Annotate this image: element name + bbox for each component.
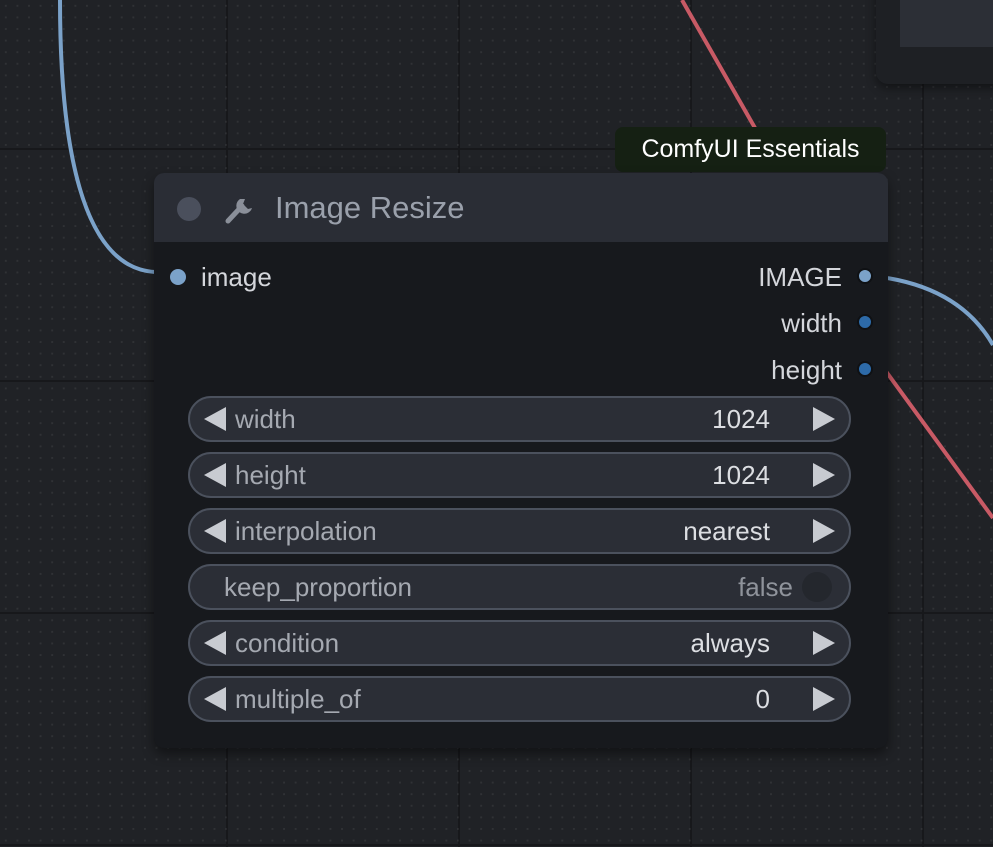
previous-arrow-icon[interactable] <box>204 519 226 543</box>
node-source-badge: ComfyUI Essentials <box>615 127 886 172</box>
next-arrow-icon[interactable] <box>813 631 835 655</box>
partial-node-widget <box>900 0 993 47</box>
collapse-toggle[interactable] <box>177 197 201 221</box>
height-widget-value[interactable]: 1024 <box>712 454 770 496</box>
increment-arrow-icon[interactable] <box>813 687 835 711</box>
partial-node[interactable] <box>876 0 993 84</box>
decrement-arrow-icon[interactable] <box>204 407 226 431</box>
image-output-label: IMAGE <box>758 262 842 292</box>
interpolation-widget-label: interpolation <box>235 516 377 546</box>
keep-proportion-label: keep_proportion <box>224 572 412 602</box>
width-output-slot[interactable] <box>857 314 873 330</box>
height-output-slot[interactable] <box>857 361 873 377</box>
increment-arrow-icon[interactable] <box>813 463 835 487</box>
width-widget[interactable]: width 1024 <box>188 396 851 442</box>
image-input-label: image <box>201 262 272 292</box>
wrench-icon <box>225 199 252 224</box>
multiple-of-widget[interactable]: multiple_of 0 <box>188 676 851 722</box>
decrement-arrow-icon[interactable] <box>204 463 226 487</box>
image-input-slot[interactable] <box>170 269 186 285</box>
width-widget-label: width <box>235 404 296 434</box>
image-resize-node[interactable]: Image Resize image IMAGE width height wi… <box>154 173 888 748</box>
interpolation-widget[interactable]: interpolation nearest <box>188 508 851 554</box>
keep-proportion-value: false <box>738 572 793 602</box>
multiple-of-widget-value[interactable]: 0 <box>756 678 770 720</box>
increment-arrow-icon[interactable] <box>813 407 835 431</box>
image-output-slot[interactable] <box>857 268 873 284</box>
next-arrow-icon[interactable] <box>813 519 835 543</box>
node-title: Image Resize <box>275 190 465 225</box>
keep-proportion-toggle[interactable]: keep_proportion false <box>188 564 851 610</box>
height-widget-label: height <box>235 460 306 490</box>
node-header[interactable]: Image Resize <box>154 173 888 242</box>
toggle-knob[interactable] <box>802 572 832 602</box>
width-widget-value[interactable]: 1024 <box>712 398 770 440</box>
decrement-arrow-icon[interactable] <box>204 687 226 711</box>
condition-widget-value[interactable]: always <box>691 622 770 664</box>
height-widget[interactable]: height 1024 <box>188 452 851 498</box>
interpolation-widget-value[interactable]: nearest <box>683 510 770 552</box>
height-output-label: height <box>771 355 842 385</box>
multiple-of-widget-label: multiple_of <box>235 684 361 714</box>
condition-widget[interactable]: condition always <box>188 620 851 666</box>
width-output-label: width <box>781 308 842 338</box>
condition-widget-label: condition <box>235 628 340 658</box>
previous-arrow-icon[interactable] <box>204 631 226 655</box>
